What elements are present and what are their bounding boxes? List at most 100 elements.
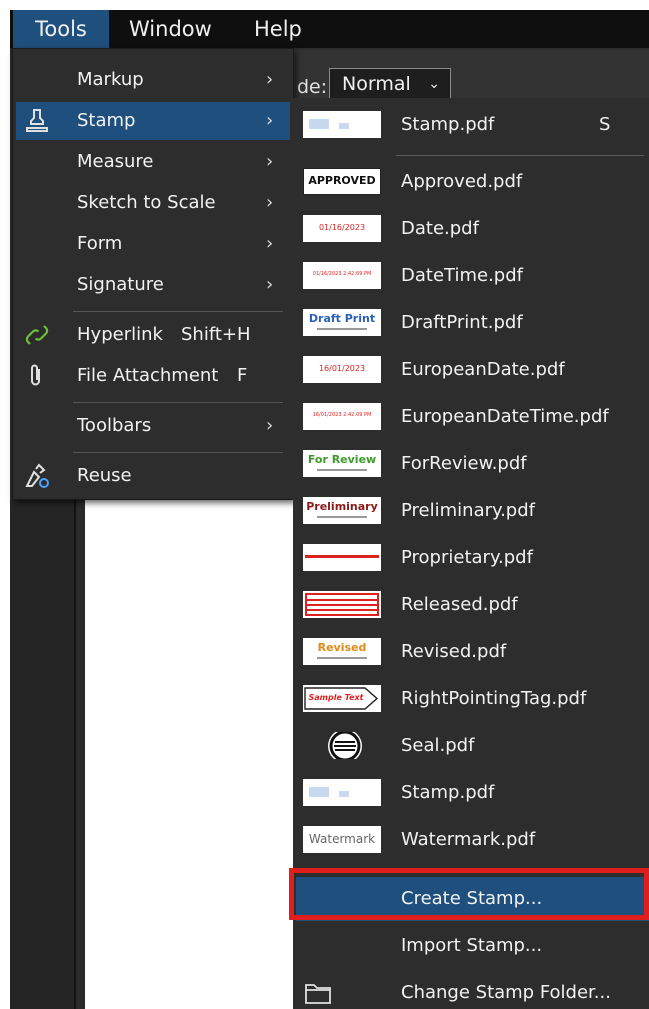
stamp-item-label: DateTime.pdf [401, 265, 523, 286]
mode-select[interactable]: Normal ⌄ [329, 68, 451, 100]
chevron-right-icon: › [266, 274, 274, 295]
chevron-right-icon: › [266, 192, 274, 213]
tools-menu-file-attachment[interactable]: File Attachment F [16, 357, 290, 395]
chevron-down-icon: ⌄ [428, 76, 440, 92]
stamp-thumbnail: For Review [303, 450, 381, 477]
mode-select-value: Normal [342, 73, 411, 95]
stamp-item-label: EuropeanDate.pdf [401, 359, 565, 380]
stamp-item-recent-label: Stamp.pdf [401, 114, 495, 135]
thumb-text: Draft Print [308, 312, 376, 325]
menu-window[interactable]: Window [129, 10, 212, 48]
stamp-thumbnail: 01/16/2023 2:42:09 PM [303, 262, 381, 289]
tools-menu-markup[interactable]: Markup › [16, 61, 290, 99]
tools-menu-signature[interactable]: Signature › [16, 266, 290, 304]
tools-menu-sketch-label: Sketch to Scale [77, 192, 216, 213]
stamp-item-label: Revised.pdf [401, 641, 507, 662]
stamp-thumbnail: APPROVED [303, 168, 381, 195]
tools-menu-file-attachment-label: File Attachment [77, 365, 219, 386]
menu-separator [73, 311, 283, 312]
stamp-item-draftprint[interactable]: Draft Print DraftPrint.pdf [296, 301, 649, 345]
stamp-item-label: Released.pdf [401, 594, 518, 615]
stamp-thumbnail: Draft Print [303, 309, 381, 336]
menu-help[interactable]: Help [254, 10, 302, 48]
stamp-item-recent[interactable]: Stamp.pdf S [296, 103, 649, 147]
paperclip-icon [22, 361, 52, 391]
stamp-item-label: DraftPrint.pdf [401, 312, 523, 333]
stamp-item-stamp[interactable]: Stamp.pdf [296, 771, 649, 815]
chevron-right-icon: › [266, 69, 274, 90]
tools-menu-toolbars-label: Toolbars [77, 415, 152, 436]
stamp-thumbnail [303, 591, 381, 618]
import-stamp-item[interactable]: Import Stamp... [296, 924, 649, 968]
tools-menu-reuse[interactable]: Reuse [16, 457, 290, 495]
stamp-item-revised[interactable]: Revised Revised.pdf [296, 630, 649, 674]
tools-menu-toolbars[interactable]: Toolbars › [16, 407, 290, 445]
tools-menu-form-label: Form [77, 233, 123, 254]
stamp-item-rightpointingtag[interactable]: Sample Text RightPointingTag.pdf [296, 677, 649, 721]
tools-menu-stamp-label: Stamp [77, 110, 136, 131]
seal-thumbnail [303, 732, 381, 759]
stamp-thumbnail [303, 111, 381, 138]
stamp-item-label: ForReview.pdf [401, 453, 527, 474]
thumb-text: 16/01/2023 [318, 364, 366, 373]
stamp-item-label: Seal.pdf [401, 735, 475, 756]
document-page [82, 500, 294, 1009]
thumb-text: For Review [307, 453, 377, 466]
stamp-item-recent-shortcut: S [599, 114, 611, 135]
menu-bar: Tools Window Help [10, 10, 649, 48]
thumb-text: 01/16/2023 2:42:09 PM [312, 271, 372, 277]
stamp-item-date[interactable]: 01/16/2023 Date.pdf [296, 207, 649, 251]
chevron-right-icon: › [266, 151, 274, 172]
menu-tools[interactable]: Tools [13, 10, 109, 48]
tools-menu-file-attachment-shortcut: F [237, 365, 248, 386]
stamp-item-proprietary[interactable]: Proprietary.pdf [296, 536, 649, 580]
thumb-text: Revised [317, 641, 367, 654]
change-stamp-folder-item[interactable]: Change Stamp Folder... [296, 971, 649, 1009]
tools-menu-hyperlink[interactable]: Hyperlink Shift+H [16, 316, 290, 354]
left-rail [10, 500, 76, 1009]
stamp-item-released[interactable]: Released.pdf [296, 583, 649, 627]
tools-menu-measure[interactable]: Measure › [16, 143, 290, 181]
thumb-text: 16/01/2023 2:42:09 PM [312, 412, 372, 418]
tools-menu-form[interactable]: Form › [16, 225, 290, 263]
stamp-item-label: Watermark.pdf [401, 829, 536, 850]
menu-separator [73, 452, 283, 453]
stamp-item-forreview[interactable]: For Review ForReview.pdf [296, 442, 649, 486]
tools-menu-measure-label: Measure [77, 151, 154, 172]
change-stamp-folder-label: Change Stamp Folder... [401, 982, 611, 1003]
stamp-thumbnail: Watermark [303, 826, 381, 853]
stamp-item-label: Preliminary.pdf [401, 500, 535, 521]
stamp-item-seal[interactable]: Seal.pdf [296, 724, 649, 768]
stamp-item-europeandate[interactable]: 16/01/2023 EuropeanDate.pdf [296, 348, 649, 392]
tools-menu-hyperlink-shortcut: Shift+H [181, 324, 251, 345]
tools-menu-markup-label: Markup [77, 69, 144, 90]
stamp-item-datetime[interactable]: 01/16/2023 2:42:09 PM DateTime.pdf [296, 254, 649, 298]
stamp-item-label: EuropeanDateTime.pdf [401, 406, 609, 427]
stamp-item-label: Stamp.pdf [401, 782, 495, 803]
folder-icon [304, 980, 332, 1006]
stamp-item-watermark[interactable]: Watermark Watermark.pdf [296, 818, 649, 862]
stamp-item-europeandatetime[interactable]: 16/01/2023 2:42:09 PM EuropeanDateTime.p… [296, 395, 649, 439]
stamp-thumbnail: Preliminary [303, 497, 381, 524]
thumb-text: Sample Text [308, 693, 364, 702]
chevron-right-icon: › [266, 233, 274, 254]
tools-menu-stamp[interactable]: Stamp › [16, 102, 290, 140]
stamp-item-approved[interactable]: APPROVED Approved.pdf [296, 160, 649, 204]
stamp-item-label: Proprietary.pdf [401, 547, 533, 568]
chevron-right-icon: › [266, 110, 274, 131]
stamp-thumbnail: 16/01/2023 [303, 356, 381, 383]
mode-label: de: [297, 76, 328, 98]
tools-menu: Markup › Stamp › Measure › Sketch to Sca… [12, 48, 294, 500]
stamp-item-label: RightPointingTag.pdf [401, 688, 587, 709]
highlight-annotation [289, 868, 649, 920]
stamp-thumbnail: 01/16/2023 [303, 215, 381, 242]
stamp-item-preliminary[interactable]: Preliminary Preliminary.pdf [296, 489, 649, 533]
stamp-thumbnail [303, 544, 381, 571]
reuse-icon [22, 461, 52, 491]
tools-menu-signature-label: Signature [77, 274, 164, 295]
tools-menu-hyperlink-label: Hyperlink [77, 324, 163, 345]
thumb-text: Watermark [308, 832, 376, 846]
tools-menu-sketch[interactable]: Sketch to Scale › [16, 184, 290, 222]
menu-separator [73, 402, 283, 403]
tools-menu-reuse-label: Reuse [77, 465, 132, 486]
